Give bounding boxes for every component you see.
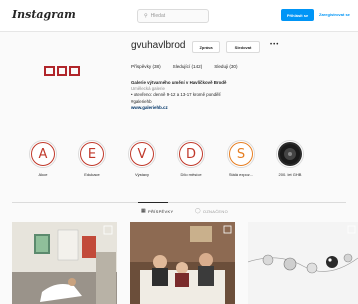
follow-button[interactable]: Sledovat — [226, 41, 260, 53]
highlight-vystavy[interactable]: V Výstavy — [125, 140, 159, 177]
more-options-icon[interactable]: ••• — [270, 42, 279, 48]
following-count[interactable]: Sleduji (30) — [214, 64, 237, 69]
tag-icon: ◯ — [195, 208, 201, 214]
highlight-letter: D — [179, 142, 203, 166]
signup-link[interactable]: Zaregistrovat se — [319, 12, 350, 17]
top-bar: Instagram ⚲ Hledat Přihlásit se Zaregist… — [0, 0, 358, 32]
profile-bio: Galerie výtvarného umění v Havlíčkově Br… — [131, 80, 331, 111]
profile-stats: Příspěvky (38) Sledující (142) Sleduji (… — [131, 64, 238, 69]
highlight-label: Akce — [38, 172, 48, 177]
highlight-letter: E — [80, 142, 104, 166]
tab-tagged[interactable]: ◯ OZNAČENO — [195, 208, 228, 214]
bio-website-link[interactable]: www.galeriehb.cz — [131, 105, 331, 111]
grid-icon: ▦ — [141, 208, 147, 214]
followers-count[interactable]: Sledující (142) — [173, 64, 203, 69]
post-thumbnail[interactable] — [12, 222, 117, 304]
tab-posts[interactable]: ▦ PŘÍSPĚVKY — [141, 208, 173, 214]
highlight-letter: V — [130, 142, 154, 166]
login-button[interactable]: Přihlásit se — [281, 9, 314, 21]
highlight-200-let[interactable]: 200. let GHB — [273, 140, 307, 177]
highlight-dark-image — [278, 142, 302, 166]
active-tab-indicator — [138, 202, 168, 203]
message-button[interactable]: Zpráva — [192, 41, 220, 53]
search-input[interactable]: ⚲ Hledat — [137, 9, 209, 23]
search-icon: ⚲ — [144, 13, 148, 19]
highlight-stala-expozice[interactable]: S Stálá expoz... — [224, 140, 258, 177]
highlight-label: Stálá expoz... — [228, 172, 254, 177]
post-thumbnail[interactable] — [130, 222, 235, 304]
highlight-edukace[interactable]: E Edukace — [75, 140, 109, 177]
tab-tagged-label: OZNAČENO — [202, 208, 228, 214]
highlight-label: Výstavy — [134, 172, 149, 177]
post-thumbnail[interactable] — [248, 222, 358, 304]
highlight-dilo-mesice[interactable]: D Dílo měsíce — [174, 140, 208, 177]
posts-count: Příspěvky (38) — [131, 64, 161, 69]
highlight-akce[interactable]: A Akce — [26, 140, 60, 177]
instagram-logo[interactable]: Instagram — [12, 8, 76, 21]
profile-avatar — [44, 66, 81, 80]
profile-username: gvuhavlbrod — [131, 40, 186, 51]
highlight-label: 200. let GHB — [278, 172, 302, 177]
tab-posts-label: PŘÍSPĚVKY — [148, 208, 174, 214]
tabs-divider — [12, 202, 346, 203]
highlight-letter: A — [31, 142, 55, 166]
highlight-letter: S — [229, 142, 253, 166]
highlight-label: Edukace — [84, 172, 100, 177]
highlight-label: Dílo měsíce — [180, 172, 202, 177]
story-highlights: A Akce E Edukace V Výstavy D Dílo měsíce… — [0, 140, 358, 190]
search-placeholder: Hledat — [150, 13, 166, 19]
